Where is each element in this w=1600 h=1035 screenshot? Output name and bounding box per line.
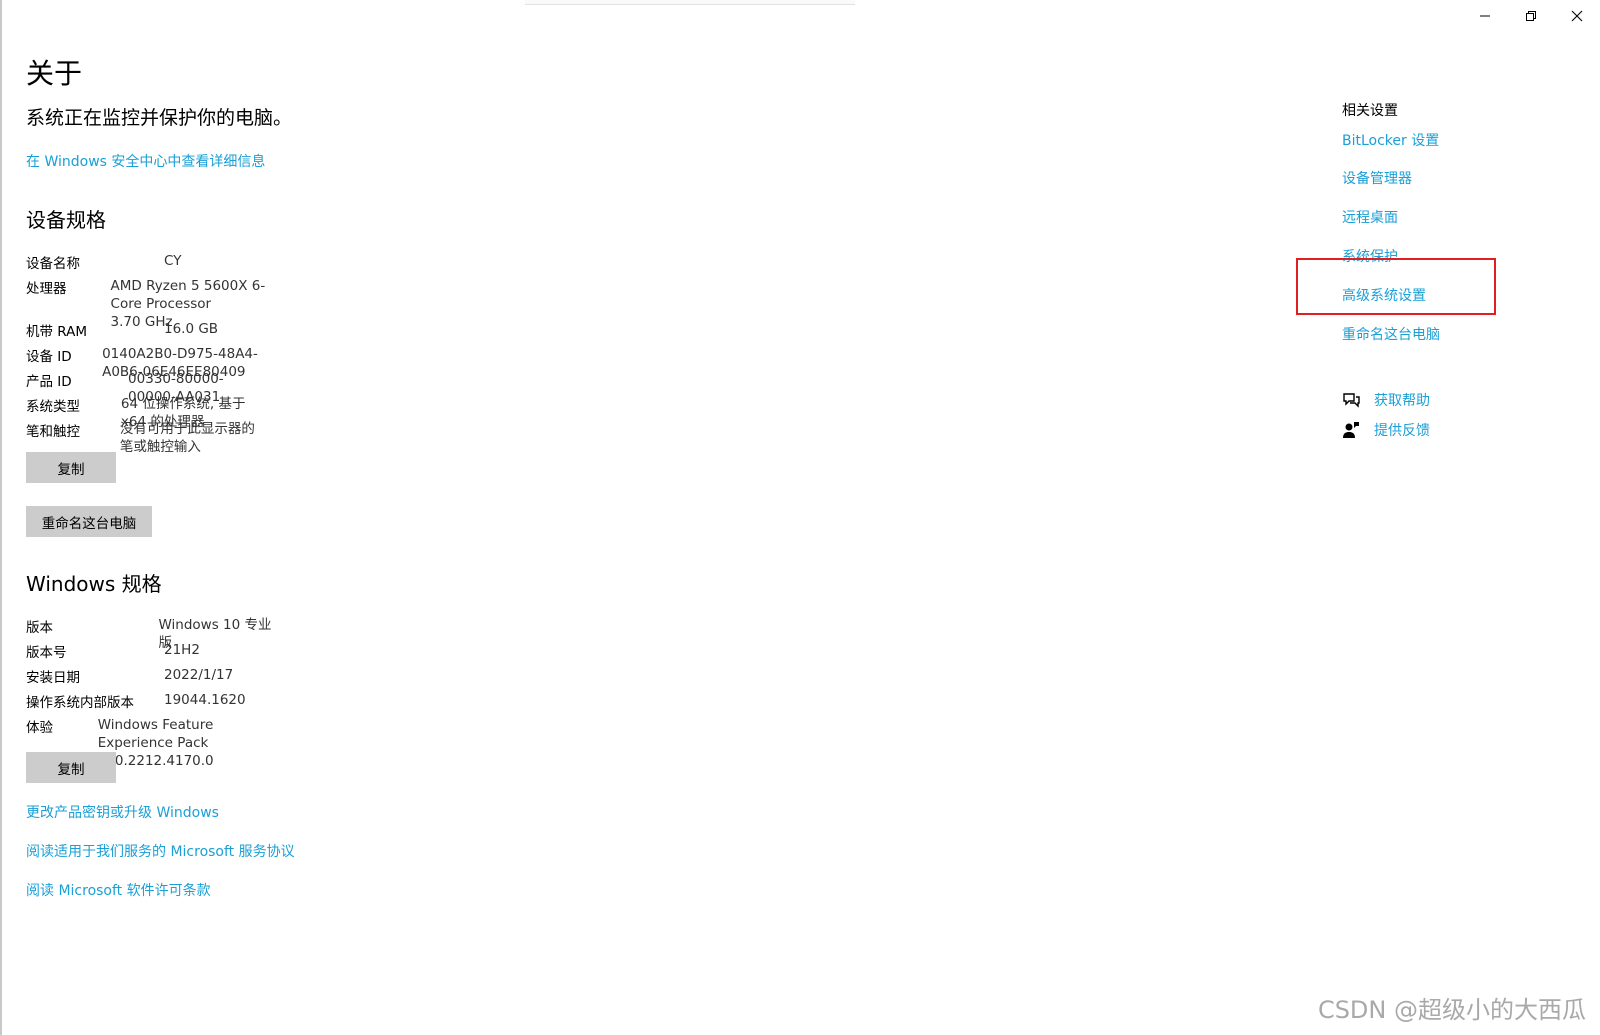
watermark: CSDN @超级小的大西瓜 xyxy=(1317,996,1586,1024)
feedback-icon xyxy=(1342,421,1360,439)
close-button[interactable] xyxy=(1554,0,1600,32)
spec-row-experience: 体验 Windows Feature Experience Pack 120.2… xyxy=(26,716,280,769)
license-terms-link[interactable]: 阅读 Microsoft 软件许可条款 xyxy=(26,880,211,900)
security-status-text: 系统正在监控并保护你的电脑。 xyxy=(26,107,293,129)
spec-row-install-date: 安装日期 2022/1/17 xyxy=(26,666,280,691)
spec-row-os-build: 操作系统内部版本 19044.1620 xyxy=(26,691,280,716)
windows-specs-list: 版本 Windows 10 专业版 版本号 21H2 安装日期 2022/1/1… xyxy=(26,616,280,769)
spec-key: 设备名称 xyxy=(26,256,80,272)
spec-value: 16.0 GB xyxy=(164,321,219,337)
get-help-item[interactable]: 获取帮助 xyxy=(1342,390,1430,410)
close-icon xyxy=(1571,10,1583,22)
spec-row-version: 版本号 21H2 xyxy=(26,641,280,666)
restore-button[interactable] xyxy=(1508,0,1554,32)
feedback-item[interactable]: 提供反馈 xyxy=(1342,420,1430,440)
spec-value: CY xyxy=(164,253,182,269)
spec-row-device-name: 设备名称 CY xyxy=(26,252,267,277)
windows-specs-heading: Windows 规格 xyxy=(26,572,162,596)
spec-row-device-id: 设备 ID 0140A2B0-D975-48A4-A0B6-06E46EE804… xyxy=(26,345,267,380)
spec-key: 版本号 xyxy=(26,645,67,661)
device-specs-list: 设备名称 CY 处理器 AMD Ryzen 5 5600X 6-Core Pro… xyxy=(26,252,267,455)
spec-key: 体验 xyxy=(26,720,53,736)
get-help-label: 获取帮助 xyxy=(1374,393,1430,409)
spec-value: Windows 10 专业版 xyxy=(158,617,272,651)
window-left-border xyxy=(0,0,2,1035)
spec-value: 19044.1620 xyxy=(164,692,246,708)
device-specs-heading: 设备规格 xyxy=(26,208,106,232)
window-controls xyxy=(1462,0,1600,32)
spec-key: 笔和触控 xyxy=(26,424,80,440)
spec-value: 没有可用于此显示器的笔或触控输入 xyxy=(119,421,255,455)
minimize-icon xyxy=(1480,15,1490,17)
spec-row-pen-touch: 笔和触控 没有可用于此显示器的笔或触控输入 xyxy=(26,420,267,455)
spec-key: 机带 RAM xyxy=(26,324,88,340)
spec-value: Windows Feature Experience Pack 120.2212… xyxy=(97,717,214,769)
related-settings-title: 相关设置 xyxy=(1342,103,1398,119)
spec-value: 00330-80000-00000-AA031 xyxy=(128,371,224,405)
spec-key: 系统类型 xyxy=(26,399,80,415)
spec-key: 产品 ID xyxy=(26,374,72,390)
spec-key: 设备 ID xyxy=(26,349,72,365)
spec-value: AMD Ryzen 5 5600X 6-Core Processor 3.70 … xyxy=(110,278,266,330)
spec-row-processor: 处理器 AMD Ryzen 5 5600X 6-Core Processor 3… xyxy=(26,277,267,330)
spec-value: 64 位操作系统, 基于 x64 的处理器 xyxy=(120,396,246,430)
security-center-link[interactable]: 在 Windows 安全中心中查看详细信息 xyxy=(26,151,265,171)
spec-row-ram: 机带 RAM 16.0 GB xyxy=(26,320,267,345)
spec-key: 处理器 xyxy=(26,281,67,297)
feedback-label: 提供反馈 xyxy=(1374,423,1430,439)
spec-row-product-id: 产品 ID 00330-80000-00000-AA031 xyxy=(26,370,267,405)
spec-value: 21H2 xyxy=(164,642,200,658)
copy-device-specs-button[interactable]: 复制 xyxy=(26,452,116,483)
related-link-remote-desktop[interactable]: 远程桌面 xyxy=(1342,207,1398,227)
annotation-highlight-box xyxy=(1296,258,1496,315)
spec-row-system-type: 系统类型 64 位操作系统, 基于 x64 的处理器 xyxy=(26,395,267,430)
page-title: 关于 xyxy=(26,57,83,90)
copy-windows-specs-button[interactable]: 复制 xyxy=(26,752,116,783)
spec-value: 0140A2B0-D975-48A4-A0B6-06E46EE80409 xyxy=(102,346,258,380)
spec-value: 2022/1/17 xyxy=(164,667,234,683)
change-product-key-link[interactable]: 更改产品密钥或升级 Windows xyxy=(26,802,219,822)
related-link-device-manager[interactable]: 设备管理器 xyxy=(1342,168,1412,188)
services-agreement-link[interactable]: 阅读适用于我们服务的 Microsoft 服务协议 xyxy=(26,841,295,861)
restore-icon xyxy=(1526,11,1536,21)
top-edge-strip xyxy=(525,0,855,5)
rename-pc-button[interactable]: 重命名这台电脑 xyxy=(26,506,152,537)
spec-key: 安装日期 xyxy=(26,670,80,686)
related-link-rename-pc[interactable]: 重命名这台电脑 xyxy=(1342,324,1440,344)
related-link-bitlocker[interactable]: BitLocker 设置 xyxy=(1342,130,1439,150)
minimize-button[interactable] xyxy=(1462,0,1508,32)
spec-key: 操作系统内部版本 xyxy=(26,695,134,711)
spec-key: 版本 xyxy=(26,620,53,636)
get-help-icon xyxy=(1342,391,1360,409)
spec-row-edition: 版本 Windows 10 专业版 xyxy=(26,616,280,651)
